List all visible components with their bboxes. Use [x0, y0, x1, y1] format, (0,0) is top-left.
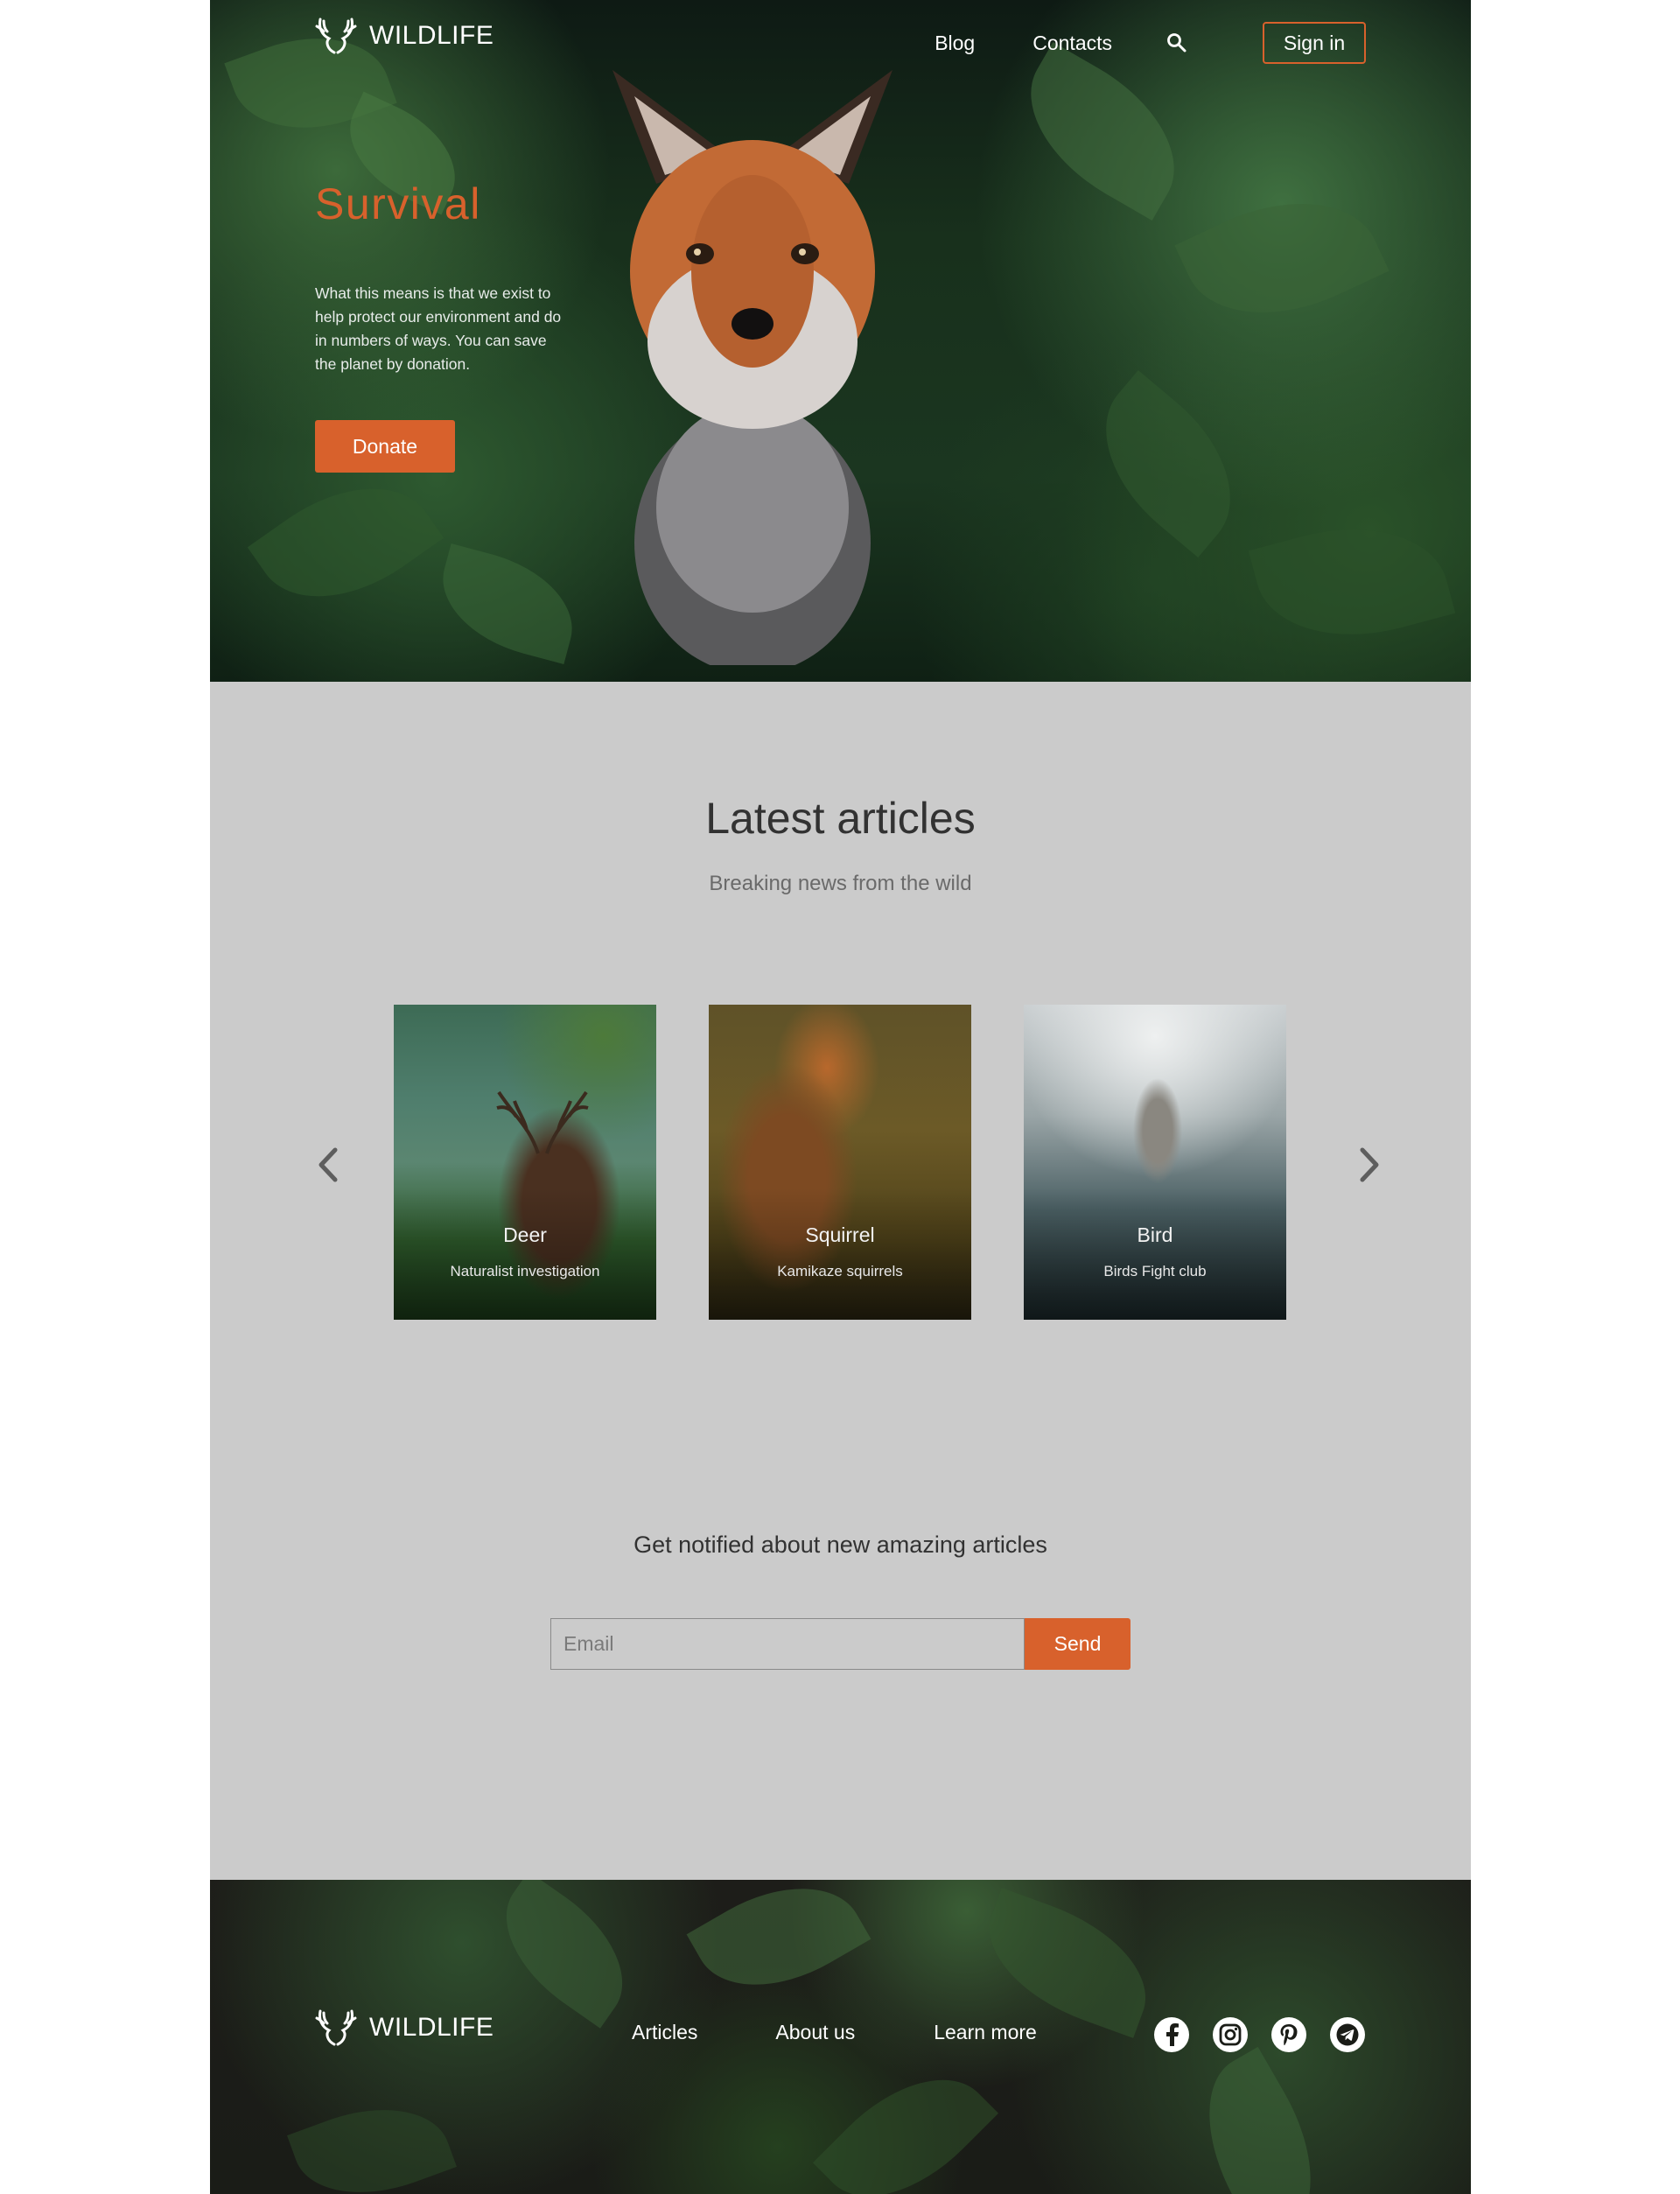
footer-brand-name: WILDLIFE — [369, 2013, 494, 2042]
card-title: Squirrel — [805, 1223, 875, 1246]
leaf-decoration — [686, 1880, 872, 2018]
newsletter-title: Get notified about new amazing articles — [634, 1532, 1047, 1558]
telegram-icon[interactable] — [1330, 2017, 1365, 2052]
card-subtitle: Naturalist investigation — [450, 1263, 600, 1279]
chevron-right-icon[interactable] — [1352, 1143, 1387, 1187]
fox-image — [612, 70, 892, 665]
card-overlay — [1024, 1188, 1286, 1320]
footer-nav: Articles About us Learn more — [632, 2021, 1037, 2044]
pinterest-icon[interactable] — [1271, 2017, 1306, 2052]
card-overlay — [709, 1188, 971, 1320]
facebook-icon[interactable] — [1154, 2017, 1189, 2052]
footer-link-about-us[interactable]: About us — [775, 2021, 855, 2044]
main-nav: Blog Contacts Sign in — [934, 22, 1366, 64]
hero-title: Survival — [315, 179, 481, 228]
chevron-left-icon[interactable] — [311, 1143, 346, 1187]
article-card-squirrel[interactable]: Squirrel Kamikaze squirrels — [709, 1005, 971, 1320]
leaf-decoration — [247, 452, 444, 634]
footer-link-articles[interactable]: Articles — [632, 2021, 697, 2044]
donate-button[interactable]: Donate — [315, 420, 455, 473]
search-icon[interactable] — [1166, 32, 1187, 53]
leaf-decoration — [1174, 167, 1390, 349]
card-overlay — [394, 1188, 656, 1320]
brand-name: WILDLIFE — [369, 21, 494, 50]
leaf-decoration — [812, 2044, 999, 2194]
footer: WILDLIFE Articles About us Learn more — [210, 1880, 1471, 2194]
hero-description: What this means is that we exist to help… — [315, 284, 562, 373]
card-title: Bird — [1137, 1223, 1173, 1246]
page: WILDLIFE Blog Contacts Sign in Survival … — [210, 0, 1471, 2194]
card-subtitle: Kamikaze squirrels — [777, 1263, 903, 1279]
article-card-bird[interactable]: Bird Birds Fight club — [1024, 1005, 1286, 1320]
articles-title: Latest articles — [705, 794, 976, 843]
articles-subtitle: Breaking news from the wild — [709, 872, 972, 895]
leaf-decoration — [969, 1888, 1166, 2038]
hero-section: WILDLIFE Blog Contacts Sign in Survival … — [210, 0, 1471, 682]
deer-antlers-image — [496, 1090, 589, 1154]
sign-in-button[interactable]: Sign in — [1263, 22, 1366, 64]
leaf-decoration — [1000, 42, 1205, 221]
leaf-decoration — [478, 1880, 651, 2029]
leaf-decoration — [428, 543, 587, 665]
leaf-decoration — [287, 2084, 457, 2194]
leaf-decoration — [1070, 369, 1266, 558]
nav-link-blog[interactable]: Blog — [934, 32, 975, 55]
antlers-logo-icon — [315, 18, 357, 54]
leaf-decoration — [1248, 503, 1456, 661]
footer-link-learn-more[interactable]: Learn more — [934, 2021, 1037, 2044]
footer-brand-logo[interactable]: WILDLIFE — [315, 2009, 494, 2046]
card-subtitle: Birds Fight club — [1103, 1263, 1207, 1279]
social-links — [1154, 2017, 1365, 2052]
card-title: Deer — [503, 1223, 547, 1246]
instagram-icon[interactable] — [1213, 2017, 1248, 2052]
article-card-deer[interactable]: Deer Naturalist investigation — [394, 1005, 656, 1320]
send-button[interactable]: Send — [1025, 1618, 1130, 1670]
brand-logo[interactable]: WILDLIFE — [315, 18, 494, 54]
leaf-decoration — [1174, 2046, 1346, 2194]
nav-link-contacts[interactable]: Contacts — [1032, 32, 1112, 55]
email-field[interactable] — [550, 1618, 1025, 1670]
antlers-logo-icon — [315, 2009, 357, 2046]
